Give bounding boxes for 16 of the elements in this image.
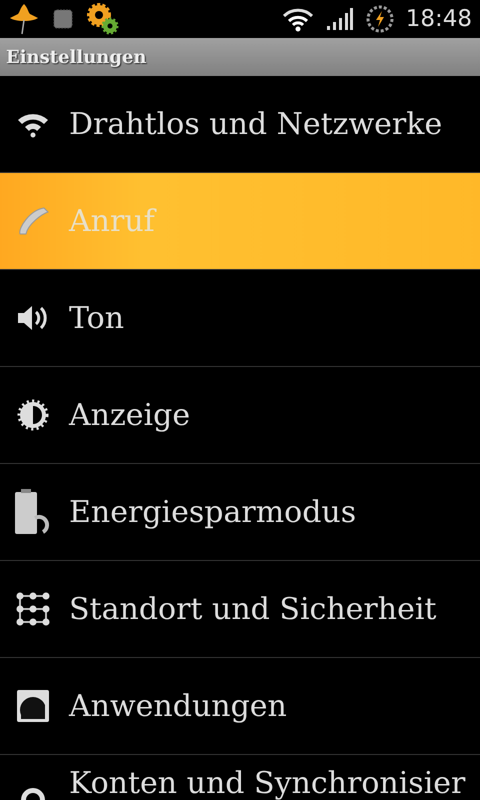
clock-time: 18:48 bbox=[406, 6, 472, 32]
settings-item[interactable]: Energiesparmodus bbox=[0, 464, 480, 561]
pattern-lock-icon bbox=[16, 592, 50, 626]
lamp-icon bbox=[8, 2, 40, 36]
settings-item[interactable]: Ton bbox=[0, 270, 480, 367]
settings-item[interactable]: Standort und Sicherheit bbox=[0, 561, 480, 658]
brightness-icon bbox=[16, 398, 50, 432]
battery-charging-icon bbox=[366, 5, 394, 33]
settings-item[interactable]: Anzeige bbox=[0, 367, 480, 464]
settings-item[interactable]: Konten und Synchronisier bbox=[0, 755, 480, 800]
chip-icon bbox=[52, 8, 74, 30]
signal-icon bbox=[326, 6, 354, 32]
settings-item[interactable]: Anwendungen bbox=[0, 658, 480, 755]
speaker-icon bbox=[16, 303, 50, 333]
screen-title: Einstellungen bbox=[6, 46, 147, 68]
wifi-icon bbox=[282, 6, 314, 32]
